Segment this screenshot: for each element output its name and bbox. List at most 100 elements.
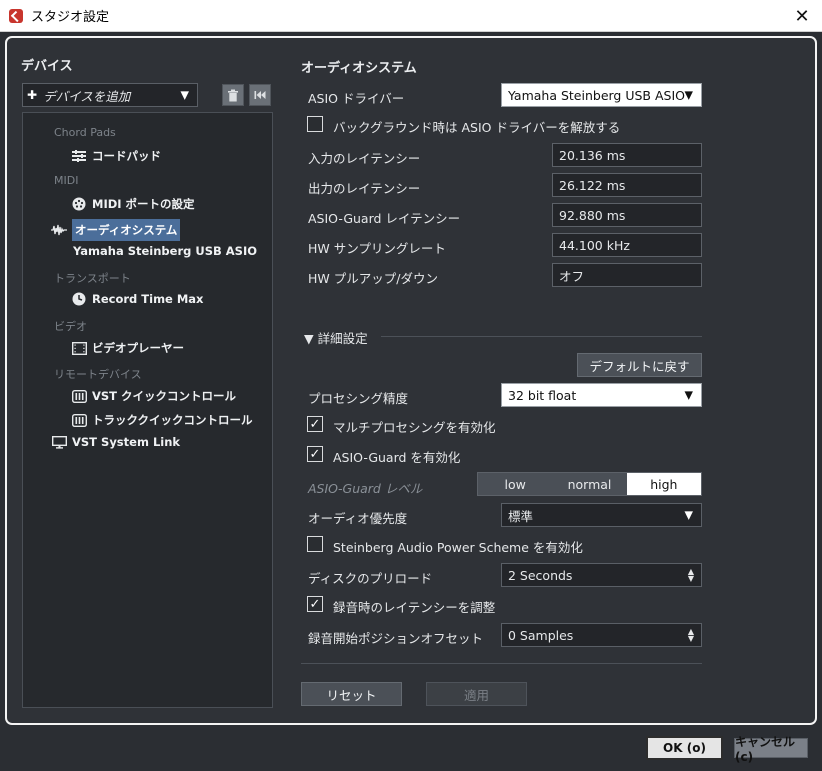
cancel-button[interactable]: キャンセル (c) bbox=[734, 735, 808, 764]
record-offset-spinbox[interactable]: 0 Samples ▲ ▼ bbox=[501, 623, 702, 647]
check-icon: ✓ bbox=[309, 416, 321, 432]
tree-item-label: トラッククイックコントロール bbox=[92, 413, 253, 427]
tree-category-remote-devices: リモートデバイス bbox=[54, 368, 142, 381]
advanced-settings-toggle[interactable]: ▼ 詳細設定 bbox=[304, 328, 368, 347]
input-latency-value: 20.136 ms bbox=[552, 143, 702, 167]
processing-precision-value: 32 bit float bbox=[508, 387, 577, 403]
audio-wave-icon bbox=[51, 223, 67, 237]
tree-item-audio-system[interactable]: オーディオシステム bbox=[51, 219, 181, 241]
adjust-latency-checkbox[interactable]: ✓ bbox=[307, 596, 323, 612]
tree-item-yamaha-asio[interactable]: Yamaha Steinberg USB ASIO bbox=[73, 244, 257, 258]
asio-driver-value: Yamaha Steinberg USB ASIO bbox=[508, 87, 685, 103]
chevron-down-icon: ▼ bbox=[684, 388, 693, 402]
tree-item-label: Yamaha Steinberg USB ASIO bbox=[73, 244, 257, 258]
disk-preload-value: 2 Seconds bbox=[508, 567, 573, 583]
tree-item-midi-ports[interactable]: MIDI ポートの設定 bbox=[71, 196, 195, 212]
asio-driver-label: ASIO ドライバー bbox=[308, 91, 405, 106]
close-window-button[interactable]: ✕ bbox=[782, 0, 822, 32]
spin-arrows-icon[interactable]: ▲ ▼ bbox=[688, 568, 694, 583]
asio-guard-level-low[interactable]: low bbox=[478, 473, 553, 495]
disk-preload-spinbox[interactable]: 2 Seconds ▲ ▼ bbox=[501, 563, 702, 587]
tree-item-video-player[interactable]: ビデオプレーヤー bbox=[71, 340, 184, 356]
plus-icon: ✚ bbox=[27, 88, 38, 102]
asio-guard-latency-value: 92.880 ms bbox=[552, 203, 702, 227]
processing-precision-label: プロセシング精度 bbox=[308, 391, 409, 406]
window-title: スタジオ設定 bbox=[31, 10, 110, 25]
tree-category-video: ビデオ bbox=[54, 320, 87, 333]
tree-item-label: MIDI ポートの設定 bbox=[92, 197, 195, 211]
power-scheme-checkbox[interactable] bbox=[307, 536, 323, 552]
audio-priority-value: 標準 bbox=[508, 508, 534, 524]
chord-pads-icon bbox=[71, 149, 87, 163]
film-icon bbox=[71, 341, 87, 355]
audio-system-title: オーディオシステム bbox=[301, 61, 417, 76]
check-icon: ✓ bbox=[309, 596, 321, 612]
release-driver-checkbox[interactable] bbox=[307, 116, 323, 132]
clock-icon bbox=[71, 292, 87, 306]
tree-item-vst-system-link[interactable]: VST System Link bbox=[51, 435, 180, 449]
audio-priority-dropdown[interactable]: 標準 ▼ bbox=[501, 503, 702, 527]
tree-item-label: オーディオシステム bbox=[72, 219, 181, 241]
tree-item-record-time-max[interactable]: Record Time Max bbox=[71, 292, 203, 306]
device-tree[interactable]: Chord Pads コードパッド MIDI MIDI ポートの設定 オーディオ… bbox=[22, 112, 273, 708]
trash-icon bbox=[228, 89, 238, 101]
output-latency-label: 出力のレイテンシー bbox=[308, 181, 421, 196]
tree-category-transport: トランスポート bbox=[54, 272, 131, 285]
chevron-down-icon: ▼ bbox=[684, 88, 693, 102]
check-icon: ✓ bbox=[309, 446, 321, 462]
skip-back-icon bbox=[254, 91, 266, 99]
asio-guard-checkbox[interactable]: ✓ bbox=[307, 446, 323, 462]
asio-guard-level-selector[interactable]: low normal high bbox=[477, 472, 702, 496]
mixer-icon bbox=[71, 389, 87, 403]
asio-guard-label: ASIO-Guard を有効化 bbox=[333, 450, 461, 465]
remove-device-button[interactable] bbox=[222, 84, 244, 106]
multiprocessing-checkbox[interactable]: ✓ bbox=[307, 416, 323, 432]
tree-item-label: ビデオプレーヤー bbox=[92, 341, 184, 355]
processing-precision-dropdown[interactable]: 32 bit float ▼ bbox=[501, 383, 702, 407]
restore-defaults-button[interactable]: デフォルトに戻す bbox=[577, 353, 702, 377]
release-driver-label: バックグラウンド時は ASIO ドライバーを解放する bbox=[333, 120, 621, 135]
asio-guard-level-label: ASIO-Guard レベル bbox=[308, 481, 423, 496]
reset-button[interactable]: リセット bbox=[301, 682, 402, 706]
spin-arrows-icon[interactable]: ▲ ▼ bbox=[688, 628, 694, 643]
asio-guard-level-high[interactable]: high bbox=[626, 473, 701, 495]
mixer-icon bbox=[71, 413, 87, 427]
chevron-down-icon: ▼ bbox=[684, 508, 693, 522]
input-latency-label: 入力のレイテンシー bbox=[308, 151, 421, 166]
ok-button[interactable]: OK (o) bbox=[646, 736, 723, 760]
adjust-latency-label: 録音時のレイテンシーを調整 bbox=[333, 600, 496, 615]
asio-guard-latency-label: ASIO-Guard レイテンシー bbox=[308, 211, 461, 226]
tree-item-label: VST System Link bbox=[72, 435, 181, 449]
spin-down-icon[interactable]: ▼ bbox=[688, 575, 694, 583]
apply-button[interactable]: 適用 bbox=[426, 682, 527, 706]
multiprocessing-label: マルチプロセシングを有効化 bbox=[333, 420, 496, 435]
bottom-divider bbox=[301, 663, 702, 664]
monitor-icon bbox=[51, 435, 67, 449]
tree-category-chord-pads: Chord Pads bbox=[54, 126, 116, 139]
studio-settings-panel: デバイス ✚ デバイスを追加 ▼ Chord Pads コードパッド MIDI … bbox=[5, 36, 817, 725]
tree-category-midi: MIDI bbox=[54, 174, 79, 187]
hw-pullup-label: HW プルアップ/ダウン bbox=[308, 271, 438, 286]
midi-port-icon bbox=[71, 197, 87, 211]
tree-item-label: コードパッド bbox=[92, 149, 161, 163]
spin-down-icon[interactable]: ▼ bbox=[688, 635, 694, 643]
chevron-down-icon: ▼ bbox=[180, 88, 189, 102]
asio-guard-level-normal[interactable]: normal bbox=[552, 473, 627, 495]
window-title-bar: スタジオ設定 ✕ bbox=[0, 0, 822, 32]
add-device-label: デバイスを追加 bbox=[43, 88, 131, 104]
reset-device-button[interactable] bbox=[249, 84, 271, 106]
tree-item-track-quick-controls[interactable]: トラッククイックコントロール bbox=[71, 412, 253, 428]
advanced-divider bbox=[381, 336, 702, 337]
output-latency-value: 26.122 ms bbox=[552, 173, 702, 197]
power-scheme-label: Steinberg Audio Power Scheme を有効化 bbox=[333, 540, 583, 555]
devices-title: デバイス bbox=[21, 59, 73, 74]
hw-pullup-value: オフ bbox=[552, 263, 702, 287]
add-device-dropdown[interactable]: ✚ デバイスを追加 ▼ bbox=[22, 83, 198, 107]
disk-preload-label: ディスクのプリロード bbox=[308, 571, 433, 586]
tree-item-label: VST クイックコントロール bbox=[92, 389, 237, 403]
hw-sample-rate-label: HW サンプリングレート bbox=[308, 241, 446, 256]
tree-item-chord-pads[interactable]: コードパッド bbox=[71, 148, 161, 164]
asio-driver-dropdown[interactable]: Yamaha Steinberg USB ASIO ▼ bbox=[501, 83, 702, 107]
tree-item-vst-quick-controls[interactable]: VST クイックコントロール bbox=[71, 388, 236, 404]
cubase-app-icon bbox=[9, 8, 23, 23]
